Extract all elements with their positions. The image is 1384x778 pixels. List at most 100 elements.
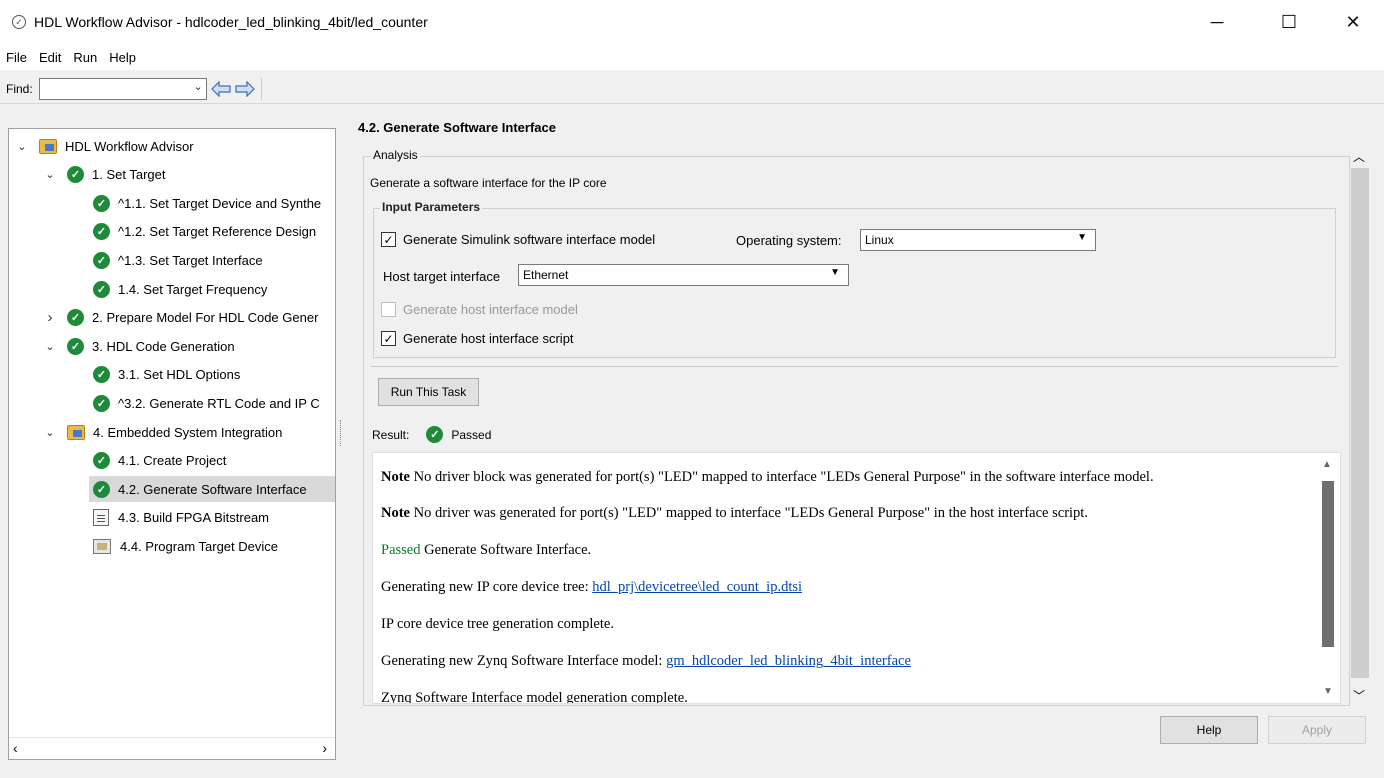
check-circle-icon: ✓ bbox=[93, 280, 110, 298]
scroll-right-icon[interactable]: › bbox=[322, 740, 327, 756]
software-interface-model-link[interactable]: gm_hdlcoder_led_blinking_4bit_interface bbox=[666, 653, 911, 669]
find-previous-arrow-icon[interactable] bbox=[210, 79, 231, 99]
tree-horizontal-scrollbar[interactable]: ‹ › bbox=[9, 737, 335, 759]
tree-item-label: 4. Embedded System Integration bbox=[93, 424, 283, 440]
generate-simulink-checkbox[interactable]: ✓ bbox=[381, 232, 396, 247]
menu-help[interactable]: Help bbox=[109, 50, 136, 65]
workflow-tree[interactable]: 4.4. Program Target Device 4.3. Build FPG… bbox=[8, 128, 336, 760]
find-next-arrow-icon[interactable] bbox=[235, 79, 255, 99]
scroll-left-icon[interactable]: ‹ bbox=[13, 740, 18, 756]
tree-item-label: ^1.2. Set Target Reference Design bbox=[118, 224, 317, 240]
log-text: Generating new Zynq Software Interface m… bbox=[381, 653, 667, 669]
log-line: Generating new IP core device tree: hdl_… bbox=[381, 579, 802, 596]
menu-edit[interactable]: Edit bbox=[39, 50, 61, 65]
document-icon bbox=[93, 509, 109, 527]
passed-label: Passed bbox=[381, 542, 421, 558]
task-description: Generate a software interface for the IP… bbox=[370, 176, 607, 190]
generate-host-script-checkbox[interactable]: ✓ bbox=[381, 331, 396, 346]
log-text: IP core device tree generation complete. bbox=[381, 616, 614, 632]
passed-check-icon: ✓ bbox=[426, 426, 444, 443]
operating-system-value: Linux bbox=[865, 233, 894, 247]
help-button[interactable]: Help bbox=[1160, 716, 1258, 744]
chevron-down-icon[interactable]: ﹀ bbox=[1353, 687, 1365, 704]
log-text: Generate Software Interface. bbox=[420, 542, 592, 558]
minimize-icon[interactable]: ─ bbox=[1194, 0, 1240, 44]
dropdown-arrow-icon[interactable]: ▼ bbox=[1077, 232, 1087, 243]
tree-item[interactable]: ⌄ 4. Embedded System Integration bbox=[43, 419, 282, 445]
tree-item[interactable]: ⌄ ✓ 1. Set Target bbox=[43, 162, 165, 188]
folder-icon bbox=[67, 424, 85, 440]
note-label: Note bbox=[381, 505, 410, 521]
analysis-label: Analysis bbox=[371, 148, 420, 162]
maximize-icon[interactable]: ☐ bbox=[1266, 0, 1312, 44]
note-label: Note bbox=[381, 469, 410, 485]
folder-icon bbox=[39, 138, 57, 154]
tree-item[interactable]: ✓ 4.2. Generate Software Interface bbox=[89, 476, 335, 503]
input-parameters-label: Input Parameters bbox=[380, 200, 483, 214]
tree-item-label: 2. Prepare Model For HDL Code Gener bbox=[92, 310, 319, 326]
dropdown-arrow-icon[interactable]: ▼ bbox=[830, 267, 840, 278]
generate-host-model-checkbox-row[interactable]: Generate host interface model bbox=[381, 302, 578, 317]
tree-item-label: ^1.1. Set Target Device and Synthe bbox=[118, 195, 322, 211]
generate-host-script-label: Generate host interface script bbox=[403, 331, 574, 346]
log-line: Note No driver block was generated for p… bbox=[381, 469, 1154, 486]
tree-item[interactable]: ⌄ ✓ 3. HDL Code Generation bbox=[43, 333, 235, 359]
apply-button[interactable]: Apply bbox=[1268, 716, 1366, 744]
operating-system-select[interactable]: Linux ▼ bbox=[860, 229, 1096, 251]
operating-system-label: Operating system: bbox=[736, 233, 842, 248]
tree-item-label: 4.2. Generate Software Interface bbox=[118, 481, 307, 497]
tree-item[interactable]: ✓ ^1.1. Set Target Device and Synthe bbox=[93, 190, 321, 216]
tree-item[interactable]: › ✓ 2. Prepare Model For HDL Code Gener bbox=[43, 305, 318, 331]
chevron-down-icon[interactable]: ⌄ bbox=[15, 140, 29, 153]
tree-item[interactable]: ✓ ^1.2. Set Target Reference Design bbox=[93, 219, 316, 245]
log-text: No driver block was generated for port(s… bbox=[410, 469, 1154, 485]
panel-splitter[interactable] bbox=[340, 420, 344, 446]
scrollbar-thumb[interactable] bbox=[1351, 168, 1369, 678]
tree-item[interactable]: 4.4. Program Target Device bbox=[93, 533, 278, 559]
check-circle-icon: ✓ bbox=[67, 337, 84, 355]
result-log[interactable]: Note No driver block was generated for p… bbox=[372, 452, 1341, 704]
chevron-up-icon[interactable]: ︿ bbox=[1353, 148, 1365, 165]
scroll-down-icon[interactable]: ▼ bbox=[1323, 686, 1333, 697]
tree-item[interactable]: 4.3. Build FPGA Bitstream bbox=[93, 505, 269, 531]
analysis-vertical-scrollbar[interactable]: ︿ ﹀ bbox=[1350, 148, 1370, 704]
menu-run[interactable]: Run bbox=[73, 50, 97, 65]
close-icon[interactable]: ✕ bbox=[1330, 0, 1376, 44]
menu-file[interactable]: File bbox=[6, 50, 27, 65]
find-input[interactable]: ⌄ bbox=[38, 77, 207, 100]
log-vertical-scrollbar[interactable]: ▲ ▼ bbox=[1317, 453, 1339, 703]
task-title: 4.2. Generate Software Interface bbox=[358, 120, 556, 135]
host-target-interface-select[interactable]: Ethernet ▼ bbox=[518, 264, 849, 286]
chevron-down-icon[interactable]: ⌄ bbox=[43, 340, 57, 353]
tree-item[interactable]: ✓ 4.1. Create Project bbox=[93, 448, 226, 474]
chevron-down-icon[interactable]: ⌄ bbox=[193, 80, 202, 93]
divider bbox=[371, 366, 1338, 367]
host-target-interface-value: Ethernet bbox=[523, 268, 569, 282]
app-icon: ✓ bbox=[12, 15, 26, 29]
chevron-down-icon[interactable]: ⌄ bbox=[43, 426, 57, 439]
tree-item[interactable]: ✓ 1.4. Set Target Frequency bbox=[93, 276, 267, 302]
log-scrollbar-thumb[interactable] bbox=[1322, 481, 1334, 647]
tree-item[interactable]: ✓ 3.1. Set HDL Options bbox=[93, 362, 240, 388]
generate-host-script-checkbox-row[interactable]: ✓ Generate host interface script bbox=[381, 331, 574, 346]
generate-simulink-checkbox-row[interactable]: ✓ Generate Simulink software interface m… bbox=[381, 232, 655, 247]
device-tree-link[interactable]: hdl_prj\devicetree\led_count_ip.dtsi bbox=[592, 579, 802, 595]
log-line: Generating new Zynq Software Interface m… bbox=[381, 653, 911, 670]
tree-item[interactable]: ✓ ^1.3. Set Target Interface bbox=[93, 247, 263, 273]
scroll-up-icon[interactable]: ▲ bbox=[1322, 459, 1332, 470]
chevron-down-icon[interactable]: ⌄ bbox=[43, 168, 57, 181]
program-device-icon bbox=[93, 538, 111, 554]
check-circle-icon: ✓ bbox=[93, 394, 110, 412]
check-circle-icon: ✓ bbox=[93, 223, 110, 241]
tree-item[interactable]: ⌄ HDL Workflow Advisor bbox=[15, 133, 194, 159]
check-circle-icon: ✓ bbox=[67, 166, 84, 184]
generate-host-model-label: Generate host interface model bbox=[403, 302, 578, 317]
check-circle-icon: ✓ bbox=[93, 251, 110, 269]
check-circle-icon: ✓ bbox=[93, 194, 110, 212]
tree-item[interactable]: ✓ ^3.2. Generate RTL Code and IP C bbox=[93, 390, 320, 416]
chevron-right-icon[interactable]: › bbox=[43, 309, 57, 326]
tree-item-label: 1.4. Set Target Frequency bbox=[118, 281, 268, 297]
run-this-task-button[interactable]: Run This Task bbox=[378, 378, 479, 406]
generate-host-model-checkbox[interactable] bbox=[381, 302, 396, 317]
tree-item-label: 4.1. Create Project bbox=[118, 453, 227, 469]
